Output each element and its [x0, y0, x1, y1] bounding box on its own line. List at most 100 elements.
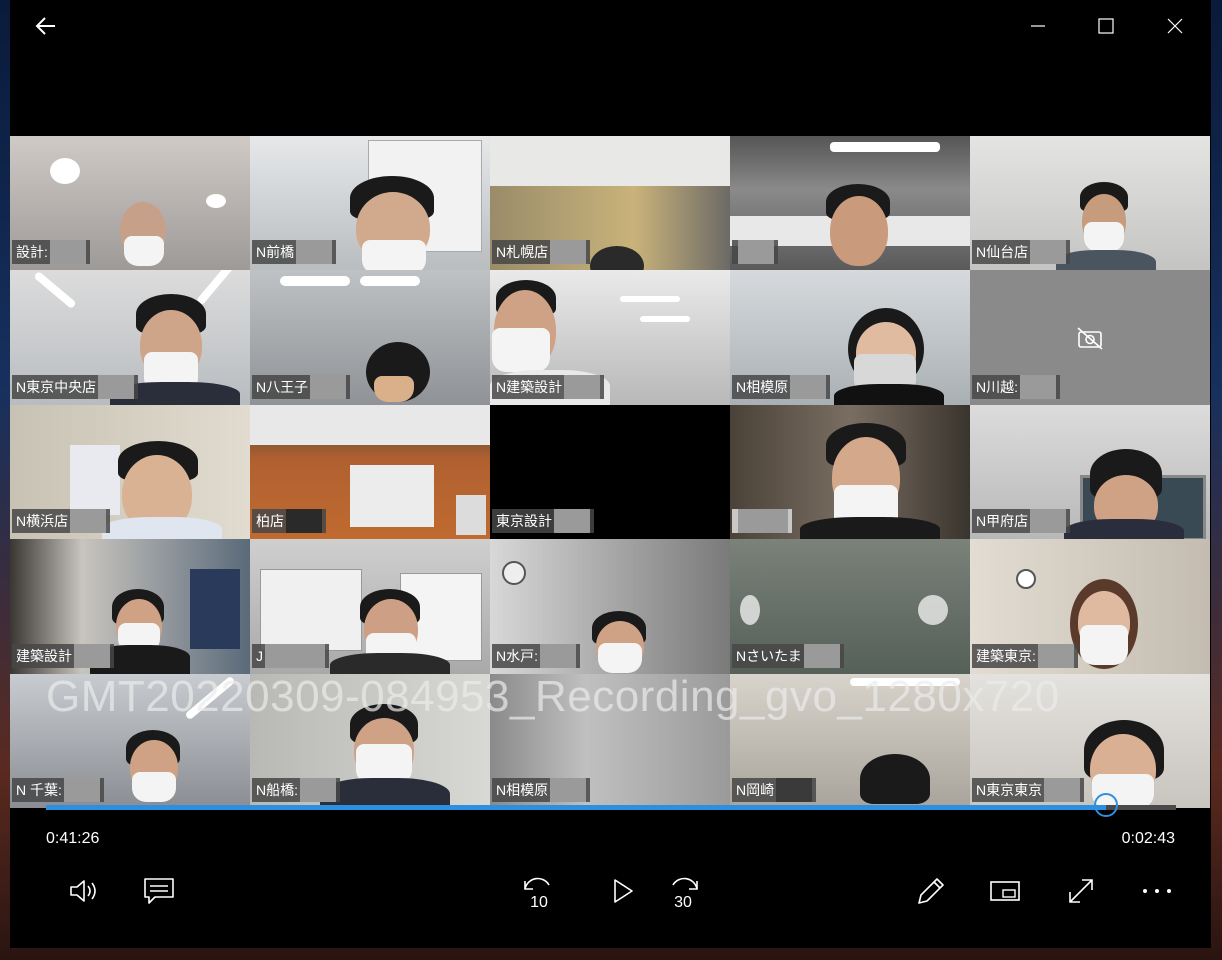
participant-name: Nさいたま: [736, 647, 802, 664]
arrow-left-icon: [35, 17, 55, 35]
participant-tile: Nさいたま: [730, 539, 970, 674]
more-options-button[interactable]: [1134, 868, 1180, 914]
participant-name: N船橋:: [256, 781, 298, 798]
participant-name: N相模原: [496, 781, 549, 798]
captions-button[interactable]: [136, 868, 182, 914]
mini-view-icon: [990, 881, 1020, 901]
video-file-title: GMT20220309-084953_Recording_gvo_1280x72…: [46, 672, 1060, 721]
title-bar: [10, 0, 1211, 52]
play-icon: [614, 879, 633, 903]
participant-label: N川越:: [972, 374, 1060, 399]
participant-label: [732, 509, 792, 534]
participant-tile: N水戸:: [490, 539, 730, 674]
maximize-button[interactable]: [1084, 6, 1128, 46]
participant-label: N船橋:: [252, 777, 340, 802]
participant-label: J: [252, 643, 329, 668]
pencil-icon: [918, 878, 944, 904]
more-icon: [1143, 889, 1171, 893]
participant-label: N相模原: [492, 777, 591, 802]
elapsed-time: 0:41:26: [46, 830, 100, 847]
participant-tile: 建築設計: [10, 539, 250, 674]
participant-name: N東京東京: [976, 781, 1043, 798]
participant-label: N岡崎: [732, 777, 817, 802]
participant-label: N前橋: [252, 240, 337, 265]
volume-button[interactable]: [62, 868, 108, 914]
participant-label: N仙台店: [972, 240, 1071, 265]
skip-back-button[interactable]: 10: [514, 868, 560, 914]
participant-name: N前橋: [256, 244, 295, 261]
participant-name: N建築設計: [496, 378, 563, 395]
seek-bar-thumb[interactable]: [1093, 793, 1118, 817]
skip-back-10-icon: 10: [524, 877, 550, 911]
participant-label: 設計:: [12, 240, 90, 265]
participant-tile: N札幌店: [490, 136, 730, 271]
camera-off-icon: [1077, 327, 1103, 350]
participant-label: N横浜店: [12, 509, 111, 534]
participant-name: 柏店: [256, 513, 284, 530]
fullscreen-button[interactable]: [1058, 868, 1104, 914]
participant-tile: [730, 404, 970, 540]
participant-name: N仙台店: [976, 244, 1029, 261]
participant-label: Nさいたま: [732, 643, 844, 668]
participant-tile: N八王子: [250, 270, 490, 405]
participant-name: 東京設計: [496, 513, 552, 530]
minimize-button[interactable]: [1016, 6, 1060, 46]
fullscreen-icon: [1069, 879, 1093, 903]
maximize-icon: [1098, 18, 1114, 34]
captions-icon: [144, 878, 174, 904]
participant-name: N横浜店: [16, 513, 69, 530]
participant-tile: J: [250, 539, 490, 674]
participant-name: N水戸:: [496, 647, 538, 664]
participant-name: 建築設計: [16, 647, 72, 664]
participant-name: N甲府店: [976, 513, 1029, 530]
participant-label: [732, 240, 778, 265]
participant-label: N東京中央店: [12, 374, 139, 399]
participant-label: N 千葉:: [12, 777, 104, 802]
skip-forward-30-icon: 30: [672, 877, 698, 911]
participant-label: N相模原: [732, 374, 831, 399]
participant-tile: N東京中央店: [10, 270, 250, 405]
participant-tile: 建築東京:: [970, 539, 1210, 674]
participant-tile: N相模原: [730, 270, 970, 405]
participant-label: 柏店: [252, 509, 326, 534]
participant-name: N八王子: [256, 378, 309, 395]
participant-label: 建築設計: [12, 643, 114, 668]
participant-label: N建築設計: [492, 374, 605, 399]
participant-label: 東京設計: [492, 509, 594, 534]
participant-tile: N川越:: [970, 270, 1210, 405]
media-player-window: 設計: N前橋 N札幌店 N仙台店 N東京中央店 N八王子 N建築設計 N相模原…: [10, 0, 1211, 948]
participant-label: N水戸:: [492, 643, 580, 668]
minimize-icon: [1031, 25, 1045, 27]
play-button[interactable]: [600, 868, 646, 914]
edit-button[interactable]: [908, 868, 954, 914]
participant-label: N東京東京: [972, 777, 1085, 802]
participant-tile: N前橋: [250, 136, 490, 271]
participant-tile: N建築設計: [490, 270, 730, 405]
seek-bar-fill: [46, 805, 1106, 810]
participant-tile: [730, 136, 970, 271]
participant-name: N相模原: [736, 378, 789, 395]
participant-name: 建築東京:: [976, 647, 1036, 664]
participant-name: N 千葉:: [16, 781, 62, 798]
participant-tile: N仙台店: [970, 136, 1210, 271]
participant-tile: 東京設計: [490, 404, 730, 540]
participant-tile: N甲府店: [970, 404, 1210, 540]
back-button[interactable]: [24, 6, 68, 46]
participant-tile: 柏店: [250, 404, 490, 540]
participant-name: N岡崎: [736, 781, 775, 798]
participant-name: N東京中央店: [16, 378, 97, 395]
skip-forward-button[interactable]: 30: [662, 868, 708, 914]
participant-name: N札幌店: [496, 244, 549, 261]
participant-label: 建築東京:: [972, 643, 1078, 668]
mini-view-button[interactable]: [982, 868, 1028, 914]
close-icon: [1167, 18, 1183, 34]
participant-label: N札幌店: [492, 240, 591, 265]
participant-tile: 設計:: [10, 136, 250, 271]
participant-name: 設計:: [16, 244, 48, 261]
participant-tile: N横浜店: [10, 404, 250, 540]
participant-label: N八王子: [252, 374, 351, 399]
volume-icon: [70, 880, 96, 902]
participant-name: N川越:: [976, 378, 1018, 395]
close-button[interactable]: [1153, 6, 1197, 46]
seek-bar[interactable]: [46, 793, 1176, 817]
